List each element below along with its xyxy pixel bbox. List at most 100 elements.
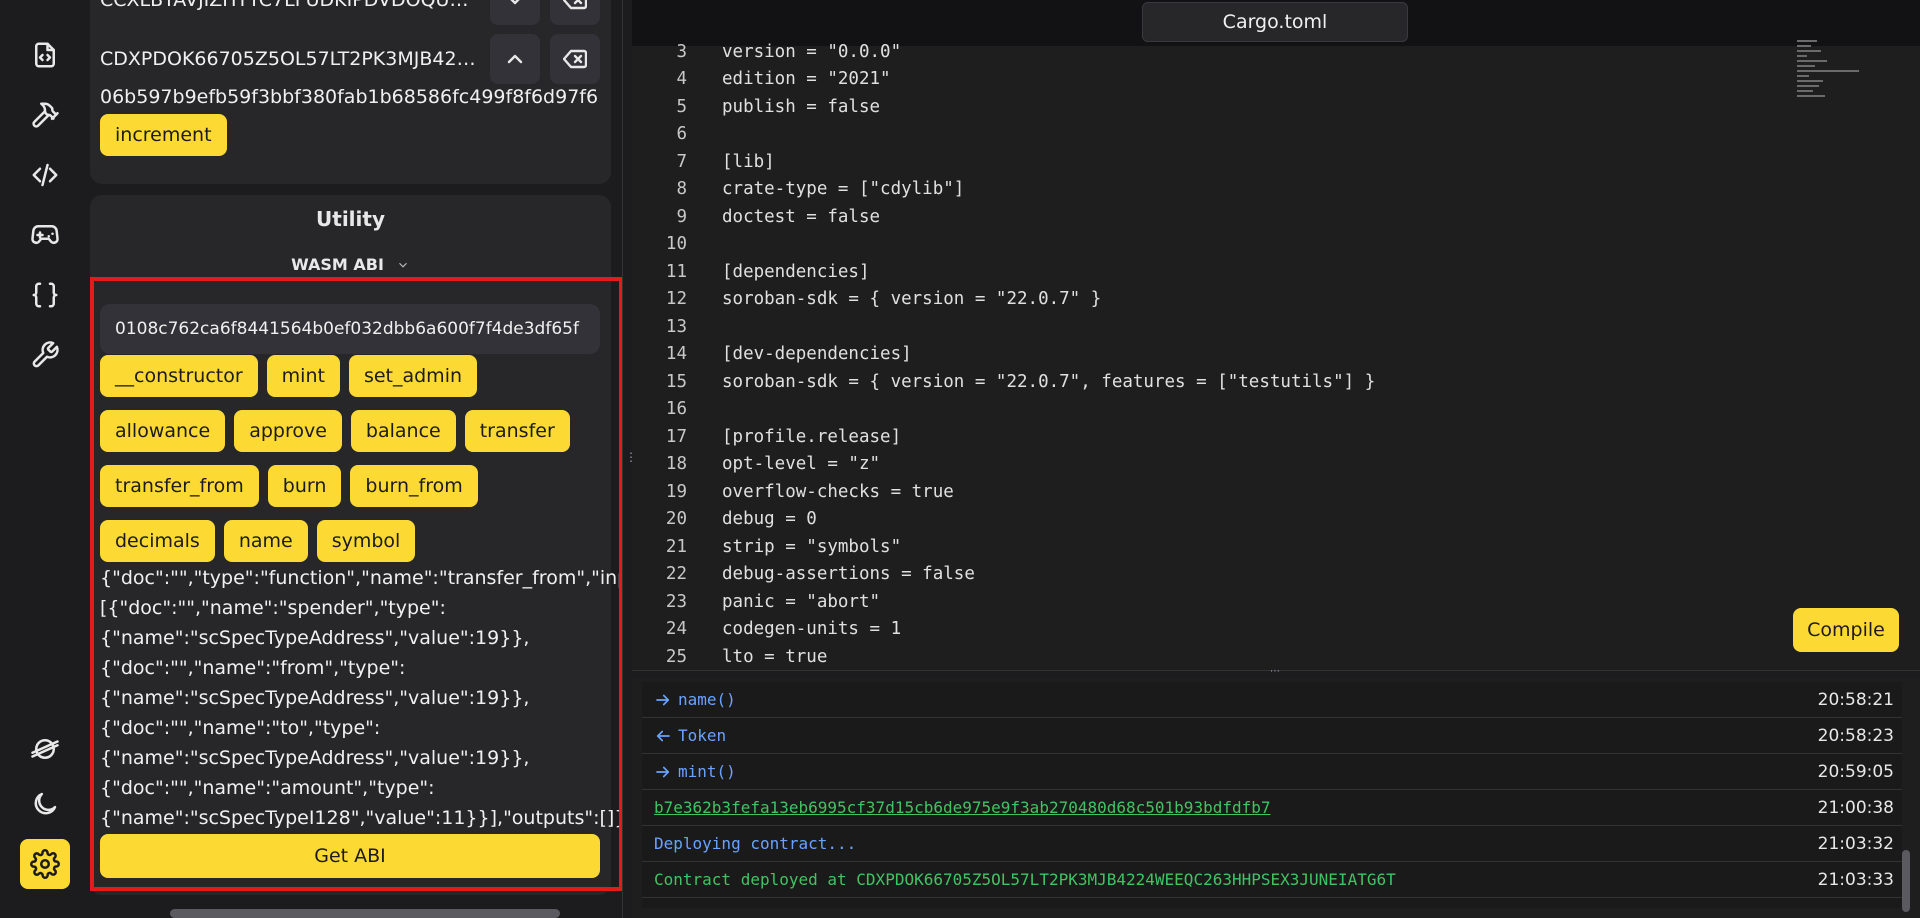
log-entry: name() 20:58:21 <box>642 682 1902 718</box>
code-line: 20 debug = 0 <box>632 506 817 534</box>
line-number: 7 <box>676 151 687 172</box>
code-line: 17 [profile.release] <box>632 423 901 451</box>
line-number: 23 <box>665 591 687 612</box>
code-line: 15 soroban-sdk = { version = "22.0.7", fe… <box>632 368 1375 396</box>
code-line: 12 soroban-sdk = { version = "22.0.7" } <box>632 286 1101 314</box>
line-number: 11 <box>665 261 687 282</box>
code-editor[interactable]: 3 version = "0.0.0" 4 edition = "2021" 5 publ… <box>632 38 1920 670</box>
line-content: [dependencies] <box>722 261 870 282</box>
line-content: doctest = false <box>722 206 881 227</box>
code-line: 13 <box>632 313 722 341</box>
line-content: crate-type = ["cdylib"] <box>722 179 965 200</box>
remove-contract-button[interactable] <box>550 34 600 84</box>
line-content: opt-level = "z" <box>722 454 881 475</box>
log-text: Token <box>678 726 727 745</box>
log-timestamp: 20:58:21 <box>1817 689 1894 710</box>
selection-highlight <box>90 277 622 891</box>
json-braces-icon[interactable] <box>20 270 70 320</box>
code-line: 21 strip = "symbols" <box>632 533 901 561</box>
line-number: 17 <box>665 426 687 447</box>
line-number: 19 <box>665 481 687 502</box>
line-content: soroban-sdk = { version = "22.0.7", feat… <box>722 371 1376 392</box>
line-content: publish = false <box>722 96 881 117</box>
stellar-logo-icon[interactable] <box>20 724 70 774</box>
line-content: version = "0.0.0" <box>722 41 902 62</box>
log-timestamp: 20:59:05 <box>1817 761 1894 782</box>
arrow-right-icon <box>654 691 678 709</box>
log-timestamp: 21:03:32 <box>1817 833 1894 854</box>
compile-button[interactable]: Compile <box>1793 608 1899 652</box>
log-timestamp: 21:00:38 <box>1817 797 1894 818</box>
arrow-right-icon <box>654 763 678 781</box>
utility-title: Utility <box>316 207 385 231</box>
code-line: 3 version = "0.0.0" <box>632 38 901 66</box>
line-content: codegen-units = 1 <box>722 619 902 640</box>
line-number: 3 <box>676 41 687 62</box>
line-number: 25 <box>665 646 687 667</box>
code-line: 16 <box>632 396 722 424</box>
code-line: 8 crate-type = ["cdylib"] <box>632 176 964 204</box>
horizontal-scrollbar[interactable] <box>170 909 560 918</box>
line-number: 18 <box>665 454 687 475</box>
line-number: 15 <box>665 371 687 392</box>
line-number: 12 <box>665 289 687 310</box>
code-line: 19 overflow-checks = true <box>632 478 954 506</box>
contract-address[interactable]: CCXLBTAVJIZHTYC7LFUDKIPDVDOQUTJL... <box>100 0 480 11</box>
collapse-button[interactable] <box>490 34 540 84</box>
backspace-delete-icon <box>563 49 587 69</box>
expand-button[interactable] <box>490 0 540 25</box>
increment-button[interactable]: increment <box>100 114 227 156</box>
code-line: 11 [dependencies] <box>632 258 870 286</box>
code-line: 14 [dev-dependencies] <box>632 341 912 369</box>
build-hammer-icon[interactable] <box>20 90 70 140</box>
arrow-left-icon <box>654 727 678 745</box>
abi-mode-label: WASM ABI <box>291 255 384 274</box>
icon-rail <box>0 0 90 918</box>
console-scrollbar[interactable] <box>1902 850 1910 912</box>
log-entry: Deploying contract... 21:03:32 <box>642 826 1902 862</box>
line-content: panic = "abort" <box>722 591 881 612</box>
code-line: 23 panic = "abort" <box>632 588 880 616</box>
log-text: Deploying contract... <box>654 834 857 853</box>
log-timestamp: 21:03:33 <box>1817 869 1894 890</box>
line-content: [lib] <box>722 151 775 172</box>
left-panel: CCXLBTAVJIZHTYC7LFUDKIPDVDOQUTJL... CDXP… <box>90 0 622 918</box>
wrench-icon[interactable] <box>20 330 70 380</box>
app-root: CCXLBTAVJIZHTYC7LFUDKIPDVDOQUTJL... CDXP… <box>0 0 1920 918</box>
tab-cargo-toml[interactable]: Cargo.toml <box>1142 2 1408 42</box>
log-entry: b7e362b3fefa13eb6995cf37d15cb6de975e9f3a… <box>642 790 1902 826</box>
chevron-down-icon <box>399 262 407 268</box>
tx-hash-link[interactable]: b7e362b3fefa13eb6995cf37d15cb6de975e9f3a… <box>654 798 1774 817</box>
log-entry: mint() 20:59:05 <box>642 754 1902 790</box>
line-content: debug-assertions = false <box>722 564 975 585</box>
log-entry: Token 20:58:23 <box>642 718 1902 754</box>
line-number: 14 <box>665 344 687 365</box>
abi-mode-select[interactable]: WASM ABI <box>90 255 611 274</box>
line-content: strip = "symbols" <box>722 536 902 557</box>
code-minimap[interactable] <box>1797 40 1867 110</box>
line-content: edition = "2021" <box>722 69 891 90</box>
contract-address[interactable]: CDXPDOK66705Z5OL57LT2PK3MJB422... <box>100 48 480 70</box>
splitter-grip-icon[interactable]: ⋯ <box>1270 666 1280 677</box>
log-entry: Contract deployed at CDXPDOK66705Z5OL57L… <box>642 862 1902 898</box>
gamepad-icon[interactable] <box>20 210 70 260</box>
line-number: 24 <box>665 619 687 640</box>
code-icon[interactable] <box>20 150 70 200</box>
remove-contract-button[interactable] <box>550 0 600 25</box>
line-number: 6 <box>676 124 687 145</box>
line-content: debug = 0 <box>722 509 817 530</box>
chevron-down-icon <box>510 0 520 5</box>
code-line: 6 <box>632 121 722 149</box>
console-log: name() 20:58:21 Token 20:58:23 mint() 20:59:0… <box>642 682 1902 908</box>
editor-area: Cargo.toml 3 version = "0.0.0" 4 edition = … <box>632 0 1920 918</box>
settings-gear-icon[interactable] <box>20 839 70 889</box>
line-number: 20 <box>665 509 687 530</box>
code-line: 22 debug-assertions = false <box>632 561 975 589</box>
files-icon[interactable] <box>20 30 70 80</box>
line-number: 22 <box>665 564 687 585</box>
code-line: 9 doctest = false <box>632 203 880 231</box>
line-number: 8 <box>676 179 687 200</box>
line-number: 10 <box>665 234 687 255</box>
moon-icon[interactable] <box>20 779 70 829</box>
log-text: mint() <box>678 762 736 781</box>
